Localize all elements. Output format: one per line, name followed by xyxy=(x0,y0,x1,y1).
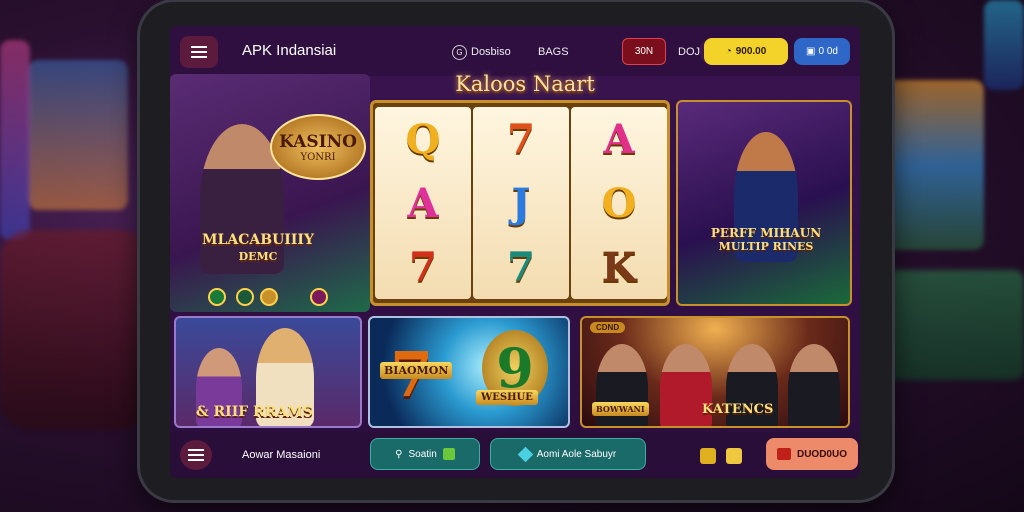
team-label: BOWWANI xyxy=(592,402,649,416)
reel-symbol: K xyxy=(601,243,637,291)
bonus-caption: & RIIF RRAMS xyxy=(196,404,313,420)
coin-icon: G xyxy=(452,44,467,60)
lucky-numbers-tile[interactable]: 7 9 BIAOMON WESHUE xyxy=(368,316,570,428)
reel-symbol: A xyxy=(603,115,635,163)
app-footer: Aowar Masaioni ⚲ Soatin Aomi Aole Sabuyr… xyxy=(170,432,860,478)
coin-icon: ◔ xyxy=(725,46,732,57)
footer-button-aomi[interactable]: Aomi Aole Sabuyr xyxy=(490,438,646,470)
hero-game-tile[interactable]: KASINO YONRI MLACABUIIIY DEMC xyxy=(170,74,370,312)
header-link-dosbiso[interactable]: G Dosbiso xyxy=(452,40,511,64)
hamburger-icon xyxy=(188,449,204,461)
footer-cta-button[interactable]: DUOD0UO xyxy=(766,438,858,470)
background-neon-left xyxy=(0,40,30,240)
header-link-label: DOJ xyxy=(678,46,700,58)
burst-label-right: WESHUE xyxy=(476,390,538,405)
reel-symbol: O xyxy=(601,179,637,227)
chip-icon xyxy=(236,288,254,306)
hero-caption-line1: MLACABUIIIY xyxy=(202,232,314,248)
team-tag: CDND xyxy=(590,322,626,333)
footer-button-label: Soatin xyxy=(408,448,437,460)
chip-icon xyxy=(310,288,328,306)
team-game-tile[interactable]: CDND BOWWANI KATENCS xyxy=(580,316,850,428)
chip-icon xyxy=(260,288,278,306)
account-button[interactable]: ▣ 0 0d xyxy=(794,38,850,65)
footer-cta-label: DUOD0UO xyxy=(796,448,847,460)
hero-caption: MLACABUIIIY DEMC xyxy=(178,232,338,263)
reel-symbol: A xyxy=(407,179,439,227)
balance-button[interactable]: ◔ 900.00 xyxy=(704,38,788,65)
header-link-doj[interactable]: DOJ xyxy=(678,40,700,64)
footer-button-soatin[interactable]: ⚲ Soatin xyxy=(370,438,480,470)
coin-icon[interactable] xyxy=(700,448,716,464)
bonus-game-tile[interactable]: & RIIF RRAMS xyxy=(174,316,362,428)
header-badge-label: 30N xyxy=(634,46,654,57)
background-gaming-table xyxy=(884,270,1024,380)
team-caption: KATENCS xyxy=(702,402,774,417)
slot-reel: A O K xyxy=(571,107,667,299)
reel-symbol: 7 xyxy=(409,243,437,291)
reel-symbol: 7 xyxy=(507,115,535,163)
footer-button-label: Aomi Aole Sabuyr xyxy=(536,448,617,460)
balance-value: 900.00 xyxy=(735,46,767,57)
dealer-caption-line1: PERFF MIHAUN xyxy=(710,226,822,240)
footer-menu-button[interactable] xyxy=(180,440,212,470)
hero-caption-line2: DEMC xyxy=(238,250,278,263)
header-link-bags[interactable]: BAGS xyxy=(538,40,569,64)
header-link-label: Dosbiso xyxy=(471,46,511,58)
background-neon-right xyxy=(984,0,1024,90)
featured-banner-title: Kaloos Naart xyxy=(455,72,595,96)
gift-icon xyxy=(776,448,791,460)
kasino-badge: KASINO YONRI xyxy=(270,114,366,180)
account-label: 0 0d xyxy=(818,46,838,57)
background-chairs xyxy=(0,230,150,430)
footer-title: Aowar Masaioni xyxy=(242,449,321,461)
burst-label-left: BIAOMON xyxy=(380,362,453,379)
app-screen: APK Indansiai G Dosbiso BAGS 30N DOJ 6 ◔… xyxy=(170,26,860,478)
live-dealer-tile[interactable]: PERFF MIHAUN MULTIP RINES xyxy=(676,100,852,306)
dealer-caption-line2: MULTIP RINES xyxy=(718,240,814,253)
header-link-label: BAGS xyxy=(538,46,569,58)
app-title: APK Indansiai xyxy=(242,42,337,59)
background-slot-machine-left xyxy=(28,60,128,210)
slot-reel: Q A 7 xyxy=(375,107,471,299)
reel-symbol: J xyxy=(511,179,531,227)
chip-icon xyxy=(208,288,226,306)
badge-title: KASINO xyxy=(279,131,357,152)
gift-icon: ▣ xyxy=(806,46,816,57)
search-icon: ⚲ xyxy=(395,448,403,460)
reel-symbol: Q xyxy=(405,115,441,163)
dealer-caption: PERFF MIHAUN MULTIP RINES xyxy=(684,226,848,253)
slot-machine-tile[interactable]: Q A 7 7 J 7 A O K xyxy=(370,100,670,306)
app-header: APK Indansiai G Dosbiso BAGS 30N DOJ 6 ◔… xyxy=(170,26,860,76)
hamburger-icon xyxy=(191,46,207,58)
team-member-figure xyxy=(788,344,840,426)
plus-icon xyxy=(442,448,455,460)
star-icon[interactable] xyxy=(726,448,742,464)
reel-symbol: 7 xyxy=(507,243,535,291)
diamond-icon xyxy=(517,446,534,462)
tablet-frame: APK Indansiai G Dosbiso BAGS 30N DOJ 6 ◔… xyxy=(140,2,892,500)
menu-button[interactable] xyxy=(180,36,218,68)
header-badge-red[interactable]: 30N xyxy=(622,38,666,65)
badge-subtitle: YONRI xyxy=(300,151,336,163)
slot-reel: 7 J 7 xyxy=(473,107,569,299)
